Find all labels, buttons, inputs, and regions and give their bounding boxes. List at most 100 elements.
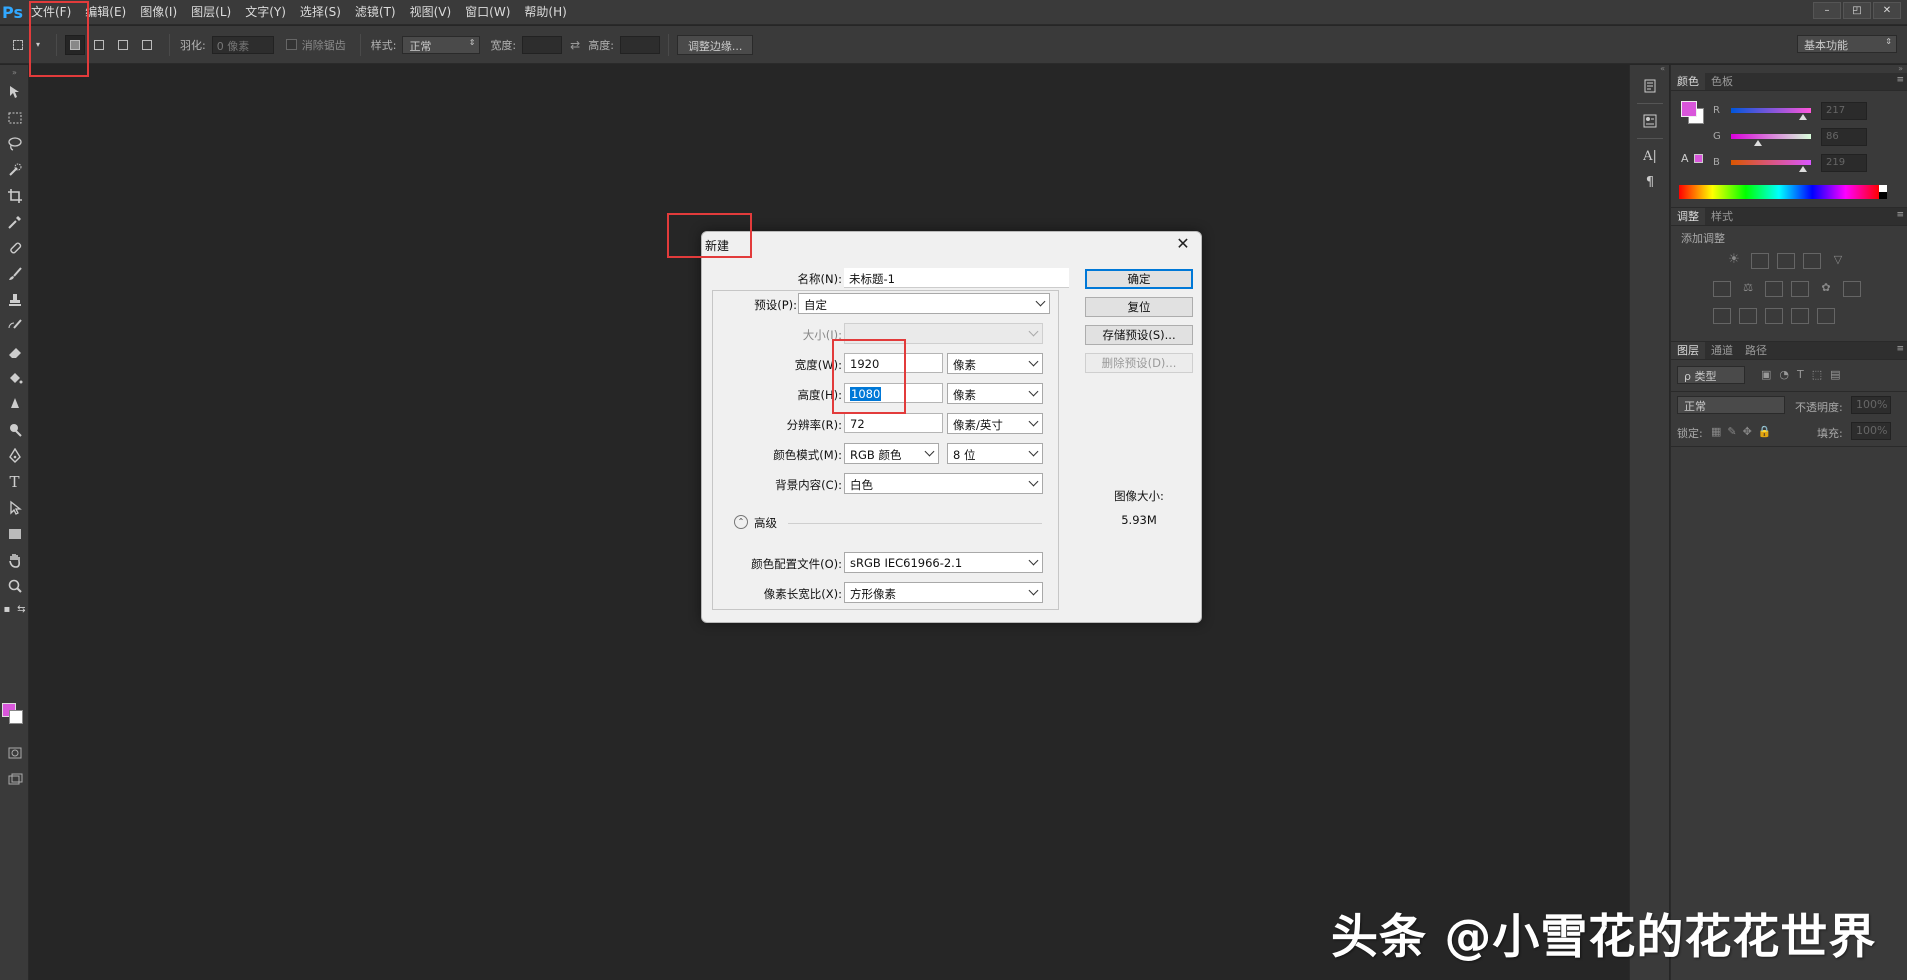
subtract-selection-icon[interactable] bbox=[113, 35, 133, 55]
color-ramp[interactable] bbox=[1679, 185, 1879, 199]
blue-thumb[interactable] bbox=[1799, 166, 1807, 172]
antialias-checkbox[interactable] bbox=[285, 39, 297, 50]
properties-panel-icon[interactable] bbox=[1630, 108, 1670, 134]
green-value-input[interactable]: 86 bbox=[1821, 128, 1867, 146]
white-swatch[interactable] bbox=[1879, 185, 1887, 192]
blend-mode-select[interactable]: 正常 bbox=[1677, 396, 1785, 414]
green-thumb[interactable] bbox=[1754, 140, 1762, 146]
levels-icon[interactable] bbox=[1751, 253, 1769, 269]
exposure-icon[interactable] bbox=[1803, 253, 1821, 269]
menu-select[interactable]: 选择(S) bbox=[293, 0, 348, 25]
close-icon[interactable]: ✕ bbox=[1173, 233, 1193, 255]
fill-input[interactable]: 100% bbox=[1851, 422, 1891, 440]
menu-window[interactable]: 窗口(W) bbox=[458, 0, 517, 25]
panel-menu-icon[interactable]: ≡ bbox=[1896, 344, 1904, 354]
quick-mask-icon[interactable] bbox=[0, 740, 29, 766]
menu-layer[interactable]: 图层(L) bbox=[184, 0, 238, 25]
brightness-icon[interactable]: ☀ bbox=[1725, 253, 1743, 269]
pen-tool-icon[interactable] bbox=[0, 443, 29, 469]
tab-layers[interactable]: 图层 bbox=[1671, 342, 1705, 359]
resolution-unit-select[interactable]: 像素/英寸 bbox=[947, 413, 1043, 434]
collapse-icon[interactable]: « bbox=[1630, 65, 1669, 73]
default-colors-icon[interactable]: ▪ bbox=[3, 604, 10, 615]
tab-color[interactable]: 颜色 bbox=[1671, 73, 1705, 90]
tab-adjustments[interactable]: 调整 bbox=[1671, 208, 1705, 225]
threshold-icon[interactable] bbox=[1765, 308, 1783, 324]
color-profile-select[interactable]: sRGB IEC61966-2.1 bbox=[844, 552, 1043, 573]
screen-mode-icon[interactable] bbox=[0, 767, 29, 793]
panel-menu-icon[interactable]: ≡ bbox=[1896, 75, 1904, 85]
refine-edge-button[interactable]: 调整边缘... bbox=[676, 34, 754, 55]
rect-marquee-tool-icon[interactable] bbox=[0, 105, 29, 131]
blue-value-input[interactable]: 219 bbox=[1821, 154, 1867, 172]
tab-paths[interactable]: 路径 bbox=[1739, 342, 1773, 359]
menu-filter[interactable]: 滤镜(T) bbox=[348, 0, 403, 25]
green-track[interactable] bbox=[1731, 134, 1811, 139]
red-track[interactable] bbox=[1731, 108, 1811, 113]
paint-bucket-tool-icon[interactable] bbox=[0, 365, 29, 391]
red-slider[interactable]: R 217 bbox=[1671, 102, 1907, 121]
width-unit-select[interactable]: 像素 bbox=[947, 353, 1043, 374]
paragraph-panel-icon[interactable]: ¶ bbox=[1630, 169, 1670, 195]
channel-mixer-icon[interactable]: ✿ bbox=[1817, 281, 1835, 297]
collapse-icon[interactable]: » bbox=[0, 65, 29, 79]
blue-track[interactable] bbox=[1731, 160, 1811, 165]
workspace-select[interactable]: 基本功能 ⇕ bbox=[1797, 35, 1897, 53]
healing-brush-tool-icon[interactable] bbox=[0, 235, 29, 261]
reset-button[interactable]: 复位 bbox=[1085, 297, 1193, 317]
minimize-button[interactable]: – bbox=[1813, 2, 1841, 19]
swap-icon[interactable]: ⇄ bbox=[570, 38, 580, 52]
layer-kind-filter[interactable]: ρ 类型 bbox=[1677, 366, 1745, 384]
type-tool-icon[interactable]: T bbox=[0, 469, 29, 495]
black-white-icon[interactable] bbox=[1765, 281, 1783, 297]
background-contents-select[interactable]: 白色 bbox=[844, 473, 1043, 494]
height-unit-select[interactable]: 像素 bbox=[947, 383, 1043, 404]
menu-image[interactable]: 图像(I) bbox=[133, 0, 184, 25]
black-swatch[interactable] bbox=[1879, 192, 1887, 199]
bit-depth-select[interactable]: 8 位 bbox=[947, 443, 1043, 464]
height-input[interactable] bbox=[619, 35, 660, 54]
restore-button[interactable]: ◰ bbox=[1843, 2, 1871, 19]
intersect-selection-icon[interactable] bbox=[137, 35, 157, 55]
selective-color-icon[interactable] bbox=[1817, 308, 1835, 324]
posterize-icon[interactable] bbox=[1739, 308, 1757, 324]
close-app-button[interactable]: ✕ bbox=[1873, 2, 1901, 19]
preset-select[interactable]: 自定 bbox=[798, 293, 1050, 314]
move-tool-icon[interactable] bbox=[0, 79, 29, 105]
add-to-selection-icon[interactable] bbox=[89, 35, 109, 55]
style-select[interactable]: 正常 ⇕ bbox=[402, 35, 481, 54]
ok-button[interactable]: 确定 bbox=[1085, 269, 1193, 289]
panel-menu-icon[interactable]: ≡ bbox=[1896, 210, 1904, 220]
color-balance-icon[interactable]: ⚖ bbox=[1739, 281, 1757, 297]
hand-tool-icon[interactable] bbox=[0, 547, 29, 573]
lasso-tool-icon[interactable] bbox=[0, 131, 29, 157]
red-value-input[interactable]: 217 bbox=[1821, 102, 1867, 120]
brush-tool-icon[interactable] bbox=[0, 261, 29, 287]
name-input[interactable]: 未标题-1 bbox=[844, 268, 1069, 288]
character-panel-icon[interactable]: A| bbox=[1630, 143, 1670, 169]
marquee-tool-preset-icon[interactable] bbox=[8, 35, 28, 55]
crop-tool-icon[interactable] bbox=[0, 183, 29, 209]
green-slider[interactable]: G 86 bbox=[1671, 128, 1907, 147]
save-preset-button[interactable]: 存储预设(S)... bbox=[1085, 325, 1193, 345]
opacity-input[interactable]: 100% bbox=[1851, 396, 1891, 414]
photo-filter-icon[interactable] bbox=[1791, 281, 1809, 297]
hue-saturation-icon[interactable] bbox=[1713, 281, 1731, 297]
dodge-tool-icon[interactable] bbox=[0, 417, 29, 443]
red-thumb[interactable] bbox=[1799, 114, 1807, 120]
path-selection-tool-icon[interactable] bbox=[0, 495, 29, 521]
tab-styles[interactable]: 样式 bbox=[1705, 208, 1739, 225]
rectangle-tool-icon[interactable] bbox=[0, 521, 29, 547]
advanced-toggle-icon[interactable]: ⌃ bbox=[734, 515, 748, 529]
tab-channels[interactable]: 通道 bbox=[1705, 342, 1739, 359]
color-lookup-icon[interactable] bbox=[1843, 281, 1861, 297]
gradient-map-icon[interactable] bbox=[1791, 308, 1809, 324]
background-color-swatch[interactable] bbox=[9, 710, 23, 724]
eraser-tool-icon[interactable] bbox=[0, 339, 29, 365]
history-panel-icon[interactable] bbox=[1630, 73, 1670, 99]
invert-icon[interactable] bbox=[1713, 308, 1731, 324]
vibrance-icon[interactable]: ▽ bbox=[1829, 253, 1847, 269]
dialog-title-bar[interactable]: 新建 ✕ bbox=[702, 232, 1201, 258]
zoom-tool-icon[interactable] bbox=[0, 573, 29, 599]
menu-view[interactable]: 视图(V) bbox=[403, 0, 459, 25]
